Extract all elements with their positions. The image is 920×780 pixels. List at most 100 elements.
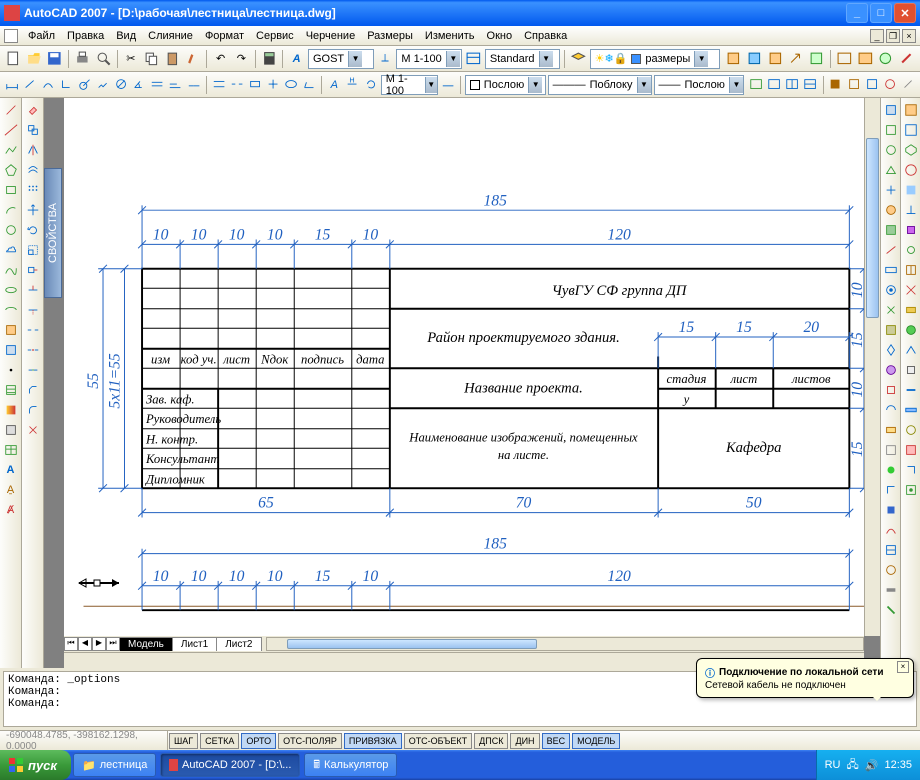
r7-icon[interactable] (882, 221, 900, 239)
block-icon[interactable] (2, 341, 20, 359)
circle-icon[interactable] (2, 221, 20, 239)
tool-a-icon[interactable] (724, 49, 743, 69)
rr20-icon[interactable] (902, 481, 920, 499)
erase-icon[interactable] (24, 101, 42, 119)
minimize-button[interactable]: _ (846, 3, 868, 23)
doc-restore-button[interactable]: ❐ (886, 29, 900, 43)
tab-sheet1[interactable]: Лист1 (172, 637, 217, 651)
explode-icon[interactable] (24, 421, 42, 439)
point-icon[interactable] (2, 361, 20, 379)
join-icon[interactable] (24, 361, 42, 379)
break2-icon[interactable] (24, 341, 42, 359)
region-icon[interactable] (2, 421, 20, 439)
redo-icon[interactable]: ↷ (232, 49, 251, 69)
r22-icon[interactable] (882, 521, 900, 539)
r1-icon[interactable] (882, 101, 900, 119)
r13-icon[interactable] (882, 341, 900, 359)
menu-window[interactable]: Окно (481, 28, 519, 44)
tab-nav-next[interactable]: ▶ (92, 637, 106, 651)
r10-icon[interactable] (882, 281, 900, 299)
polygon-icon[interactable] (2, 161, 20, 179)
r26-icon[interactable] (882, 601, 900, 619)
menu-file[interactable]: Файл (22, 28, 61, 44)
rr16-icon[interactable] (902, 401, 920, 419)
r3-icon[interactable] (882, 141, 900, 159)
tab-sheet2[interactable]: Лист2 (216, 637, 261, 651)
pline-icon[interactable] (2, 141, 20, 159)
dim-edit-icon[interactable]: A (326, 75, 342, 95)
tray-lang[interactable]: RU (825, 759, 841, 771)
move-icon[interactable] (24, 201, 42, 219)
toggle-grid[interactable]: СЕТКА (200, 733, 239, 749)
layer-combo[interactable]: ☀❄🔒 размеры▼ (590, 49, 721, 69)
tool-d-icon[interactable] (787, 49, 806, 69)
ellipsearc-icon[interactable] (2, 301, 20, 319)
r21-icon[interactable] (882, 501, 900, 519)
r23-icon[interactable] (882, 541, 900, 559)
r8-icon[interactable] (882, 241, 900, 259)
dim-cont-icon[interactable] (186, 75, 202, 95)
task-folder[interactable]: 📁лестница (73, 753, 156, 777)
balloon-close-button[interactable]: × (897, 661, 909, 673)
rotate-icon[interactable] (24, 221, 42, 239)
dim-diam-icon[interactable] (113, 75, 129, 95)
dim-center-icon[interactable] (265, 75, 281, 95)
toggle-polar[interactable]: ОТС-ПОЛЯР (278, 733, 342, 749)
tool-i-icon[interactable] (897, 49, 916, 69)
fillet-icon[interactable] (24, 401, 42, 419)
vp-d-icon[interactable] (802, 75, 818, 95)
vp-g-icon[interactable] (864, 75, 880, 95)
linetype-combo[interactable]: ———Поблоку▼ (548, 75, 652, 95)
dim-style-combo[interactable]: Standard▼ (485, 49, 560, 69)
revcloud-icon[interactable] (2, 241, 20, 259)
r5-icon[interactable] (882, 181, 900, 199)
text-style-icon[interactable]: A (287, 49, 306, 69)
menu-format[interactable]: Формат (199, 28, 250, 44)
rr18-icon[interactable] (902, 441, 920, 459)
open-icon[interactable] (25, 49, 44, 69)
tray-network-icon[interactable]: 🖧 (847, 756, 859, 775)
dim-linear-icon[interactable] (4, 75, 20, 95)
r12-icon[interactable] (882, 321, 900, 339)
menu-help[interactable]: Справка (518, 28, 573, 44)
tool-f-icon[interactable] (835, 49, 854, 69)
rr4-icon[interactable] (902, 161, 920, 179)
rr12-icon[interactable] (902, 321, 920, 339)
rr19-icon[interactable] (902, 461, 920, 479)
undo-icon[interactable]: ↶ (211, 49, 230, 69)
r6-icon[interactable] (882, 201, 900, 219)
new-icon[interactable] (4, 49, 23, 69)
horizontal-scrollbar[interactable] (266, 637, 865, 651)
text-style-combo[interactable]: GOST▼ (308, 49, 374, 69)
line-icon[interactable] (2, 101, 20, 119)
gradient-icon[interactable] (2, 401, 20, 419)
toggle-osnap[interactable]: ПРИВЯЗКА (344, 733, 402, 749)
dim-obl-icon[interactable] (301, 75, 317, 95)
calc-icon[interactable] (260, 49, 279, 69)
hatch-icon[interactable] (2, 381, 20, 399)
r9-icon[interactable] (882, 261, 900, 279)
dim-ord-icon[interactable] (58, 75, 74, 95)
rr11-icon[interactable] (902, 301, 920, 319)
dim-break-icon[interactable] (229, 75, 245, 95)
dim-style-upd-icon[interactable] (440, 75, 456, 95)
maximize-button[interactable]: □ (870, 3, 892, 23)
rr8-icon[interactable] (902, 241, 920, 259)
tab-nav-last[interactable]: ⏭ (106, 637, 120, 651)
arc-icon[interactable] (2, 201, 20, 219)
lineweight-combo[interactable]: ——Послою▼ (654, 75, 744, 95)
menu-view[interactable]: Вид (110, 28, 142, 44)
vp-b-icon[interactable] (766, 75, 782, 95)
menu-service[interactable]: Сервис (250, 28, 300, 44)
tool-b-icon[interactable] (745, 49, 764, 69)
tray-volume-icon[interactable]: 🔊 (865, 759, 879, 772)
doc-minimize-button[interactable]: _ (870, 29, 884, 43)
vp-f-icon[interactable] (846, 75, 862, 95)
rr13-icon[interactable] (902, 341, 920, 359)
tab-model[interactable]: Модель (119, 637, 173, 651)
stretch-icon[interactable] (24, 261, 42, 279)
xline-icon[interactable] (2, 121, 20, 139)
break-icon[interactable] (24, 321, 42, 339)
rr1-icon[interactable] (902, 101, 920, 119)
vp-c-icon[interactable] (784, 75, 800, 95)
